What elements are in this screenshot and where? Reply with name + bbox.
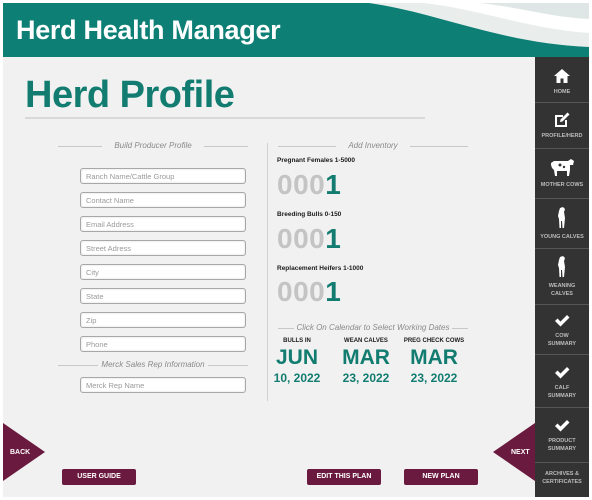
sidebar-item-label: COW SUMMARY xyxy=(535,332,589,348)
edit-plan-button[interactable]: EDIT THIS PLAN xyxy=(307,469,381,485)
sidebar-item-label: CALF SUMMARY xyxy=(535,384,589,400)
page-title: Herd Profile xyxy=(25,74,235,116)
sidebar-item-young-calves[interactable]: YOUNG CALVES xyxy=(535,206,589,241)
contact-name-field[interactable]: Contact Name xyxy=(80,192,246,208)
replacement-heifers-counter[interactable]: 0001 xyxy=(277,276,341,308)
title-divider xyxy=(25,117,425,119)
counter-digit: 1 xyxy=(325,276,342,307)
counter-digit: 1 xyxy=(325,169,342,200)
calf-icon xyxy=(558,207,565,228)
pregnant-females-label: Pregnant Females 1-5000 xyxy=(277,157,356,164)
label-line: COW xyxy=(555,333,569,339)
sidebar-item-label: PROFILE/HERD xyxy=(541,133,583,139)
sidebar-divider xyxy=(535,407,589,408)
street-address-field[interactable]: Street Adress xyxy=(80,240,246,256)
label-line: WEANING xyxy=(548,283,576,289)
sidebar-item-calf-summary[interactable]: CALF SUMMARY xyxy=(535,365,589,400)
date-label: PREG CHECK COWS xyxy=(403,338,465,344)
producer-section-heading: Build Producer Profile xyxy=(58,141,248,153)
sidebar-item-label: ARCHIVES & CERTIFICATES xyxy=(535,470,589,486)
sidebar-nav: HOME PROFILE/HERD MOTHER COWS YOUNG CALV… xyxy=(535,57,589,497)
replacement-heifers-label: Replacement Heifers 1-1000 xyxy=(277,265,364,272)
producer-section-title: Build Producer Profile xyxy=(114,141,192,150)
bulls-in-date[interactable]: BULLS IN JUN 10, 2022 xyxy=(257,338,337,385)
app-title: Herd Health Manager xyxy=(16,15,281,45)
pregnant-females-counter[interactable]: 0001 xyxy=(277,169,341,201)
label-line: PRODUCT xyxy=(548,438,576,444)
breeding-bulls-counter[interactable]: 0001 xyxy=(277,223,341,255)
sidebar-item-label: YOUNG CALVES xyxy=(540,234,584,240)
sidebar-divider xyxy=(535,248,589,249)
email-field[interactable]: Email Address xyxy=(80,216,246,232)
sidebar-item-archives-certificates[interactable]: ARCHIVES & CERTIFICATES xyxy=(535,470,589,486)
sidebar-divider xyxy=(535,102,589,103)
next-label: NEXT xyxy=(511,449,530,456)
date-month: MAR xyxy=(410,346,458,369)
app-frame: Herd Health Manager Herd Profile Build P… xyxy=(3,3,589,497)
sidebar-item-mother-cows[interactable]: MOTHER COWS xyxy=(535,156,589,189)
sidebar-divider xyxy=(535,198,589,199)
label-line: CERTIFICATES xyxy=(542,479,582,485)
sidebar-item-label: PRODUCT SUMMARY xyxy=(535,437,589,453)
sidebar-item-product-summary[interactable]: PRODUCT SUMMARY xyxy=(535,418,589,453)
home-icon xyxy=(554,69,570,83)
check-icon xyxy=(555,367,570,379)
label-line: ARCHIVES & xyxy=(545,471,579,477)
label-line: SUMMARY xyxy=(547,341,577,347)
counter-zeros: 000 xyxy=(277,276,326,307)
counter-digit: 1 xyxy=(325,223,342,254)
weaning-calf-icon xyxy=(558,256,565,277)
phone-field[interactable]: Phone xyxy=(80,336,246,352)
label-line: SUMMARY xyxy=(547,393,577,399)
preg-check-cows-date[interactable]: PREG CHECK COWS MAR 23, 2022 xyxy=(394,338,474,385)
breeding-bulls-label: Breeding Bulls 0-150 xyxy=(277,211,342,218)
date-label: BULLS IN xyxy=(283,338,311,344)
sidebar-item-home[interactable]: HOME xyxy=(535,67,589,96)
header-swoosh-decoration xyxy=(369,3,589,47)
sidebar-item-label: MOTHER COWS xyxy=(540,182,584,188)
zip-field[interactable]: Zip xyxy=(80,312,246,328)
sidebar-item-label: WEANING CALVES xyxy=(535,282,589,298)
counter-zeros: 000 xyxy=(277,169,326,200)
back-label: BACK xyxy=(10,449,31,456)
sidebar-item-cow-summary[interactable]: COW SUMMARY xyxy=(535,313,589,348)
state-field[interactable]: State xyxy=(80,288,246,304)
check-icon xyxy=(555,420,570,432)
counter-zeros: 000 xyxy=(277,223,326,254)
calendar-section-heading: Click On Calendar to Select Working Date… xyxy=(278,323,468,335)
inventory-section-heading: Add Inventory xyxy=(278,141,468,153)
sidebar-divider xyxy=(535,462,589,463)
sidebar-divider xyxy=(535,304,589,305)
date-month: JUN xyxy=(275,346,318,369)
label-line: CALF xyxy=(554,385,570,391)
check-icon xyxy=(555,315,570,327)
merck-rep-name-field[interactable]: Merck Rep Name xyxy=(80,377,246,393)
cow-icon xyxy=(551,159,574,176)
app-header: Herd Health Manager xyxy=(3,3,589,57)
label-line: CALVES xyxy=(551,291,573,297)
sidebar-item-weaning-calves[interactable]: WEANING CALVES xyxy=(535,255,589,298)
ranch-name-field[interactable]: Ranch Name/Cattle Group xyxy=(80,168,246,184)
inventory-section-title: Add Inventory xyxy=(348,141,398,150)
edit-icon xyxy=(555,112,570,127)
rep-section-title: Merck Sales Rep Information xyxy=(101,360,205,369)
label-line: SUMMARY xyxy=(547,446,577,452)
date-day: 10, 2022 xyxy=(273,371,321,385)
rep-section-heading: Merck Sales Rep Information xyxy=(58,360,248,372)
sidebar-item-label: HOME xyxy=(553,89,571,95)
sidebar-divider xyxy=(535,148,589,149)
user-guide-button[interactable]: USER GUIDE xyxy=(62,469,136,485)
sidebar-divider xyxy=(535,354,589,355)
sidebar-item-profile-herd[interactable]: PROFILE/HERD xyxy=(535,111,589,140)
city-field[interactable]: City xyxy=(80,264,246,280)
date-day: 23, 2022 xyxy=(410,371,458,385)
new-plan-button[interactable]: NEW PLAN xyxy=(404,469,478,485)
calendar-section-title: Click On Calendar to Select Working Date… xyxy=(296,323,450,332)
